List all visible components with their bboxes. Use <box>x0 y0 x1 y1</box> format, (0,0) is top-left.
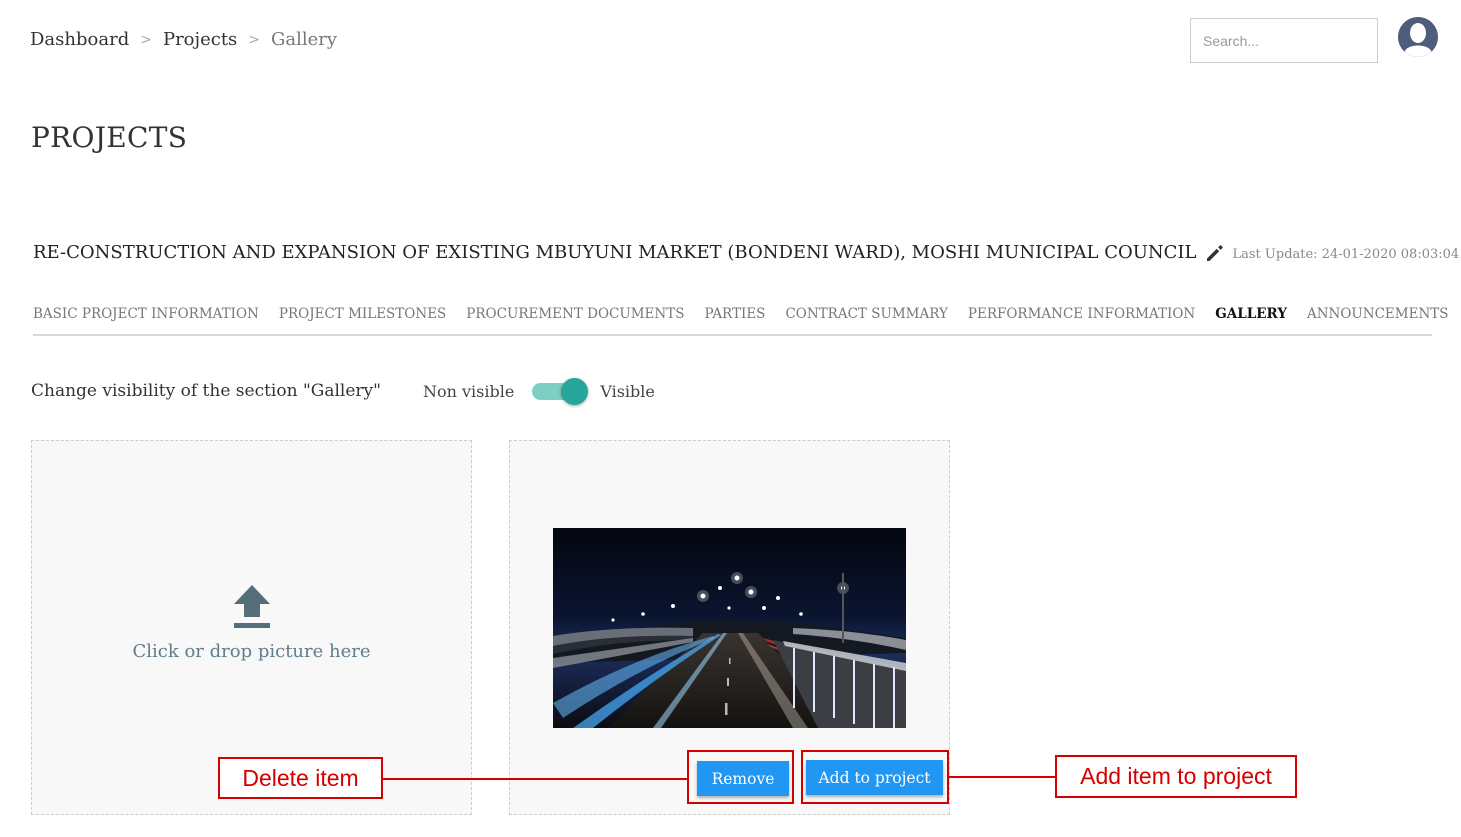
pencil-icon[interactable] <box>1205 243 1225 263</box>
tab-project-milestones[interactable]: PROJECT MILESTONES <box>279 303 446 334</box>
add-callout-line <box>949 776 1056 778</box>
upload-icon <box>234 585 270 628</box>
remove-highlight-box <box>687 750 794 804</box>
tab-parties[interactable]: PARTIES <box>704 303 765 334</box>
breadcrumb-current: Gallery <box>271 29 338 50</box>
user-icon <box>1398 17 1438 57</box>
tab-announcements[interactable]: ANNOUNCEMENTS <box>1307 303 1449 334</box>
toggle-knob <box>561 378 589 405</box>
drop-zone-text: Click or drop picture here <box>132 641 371 662</box>
tab-basic-project-information[interactable]: BASIC PROJECT INFORMATION <box>33 303 259 334</box>
tab-procurement-documents[interactable]: PROCUREMENT DOCUMENTS <box>466 303 684 334</box>
breadcrumb-dashboard[interactable]: Dashboard <box>30 29 129 50</box>
search-input[interactable] <box>1190 18 1378 63</box>
add-highlight-box <box>801 750 949 804</box>
gallery-image <box>553 528 906 728</box>
visibility-toggle[interactable] <box>532 378 589 405</box>
visible-label: Visible <box>600 381 655 401</box>
project-heading: RE-CONSTRUCTION AND EXPANSION OF EXISTIN… <box>33 242 1459 263</box>
delete-callout-line <box>382 778 687 780</box>
breadcrumb-separator: > <box>248 31 261 48</box>
breadcrumb-separator: > <box>140 31 152 48</box>
visibility-row: Change visibility of the section "Galler… <box>31 378 655 405</box>
visibility-label: Change visibility of the section "Galler… <box>31 381 381 401</box>
add-item-callout: Add item to project <box>1055 755 1297 798</box>
non-visible-label: Non visible <box>422 381 515 401</box>
breadcrumb: Dashboard > Projects > Gallery <box>30 29 337 50</box>
avatar[interactable] <box>1398 17 1438 57</box>
project-name: RE-CONSTRUCTION AND EXPANSION OF EXISTIN… <box>33 242 1197 263</box>
delete-item-callout: Delete item <box>218 757 383 799</box>
breadcrumb-projects[interactable]: Projects <box>163 29 237 50</box>
tab-performance-information[interactable]: PERFORMANCE INFORMATION <box>968 303 1195 334</box>
tab-contract-summary[interactable]: CONTRACT SUMMARY <box>785 303 947 334</box>
last-update: Last Update: 24-01-2020 08:03:04 <box>1232 247 1460 262</box>
tab-bar: BASIC PROJECT INFORMATION PROJECT MILEST… <box>33 303 1449 336</box>
tab-gallery[interactable]: GALLERY <box>1215 303 1287 334</box>
page-title: PROJECTS <box>31 121 188 154</box>
